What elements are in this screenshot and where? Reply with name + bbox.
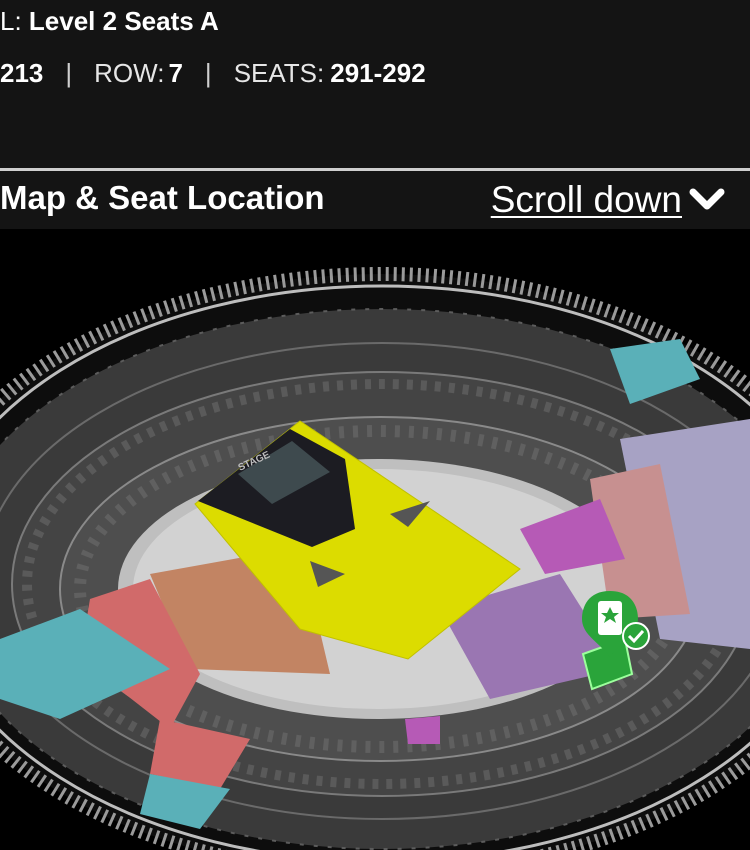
row-value: 7	[168, 58, 183, 88]
check-badge	[622, 622, 650, 650]
scroll-down-button[interactable]: Scroll down	[491, 179, 726, 221]
stadium-svg: STAGE	[0, 267, 750, 850]
level-value: Level 2 Seats A	[28, 6, 219, 36]
map-header: Map & Seat Location Scroll down	[0, 171, 750, 229]
map-title: Map & Seat Location	[0, 179, 325, 216]
separator: |	[204, 58, 212, 88]
seat-details: 213 | ROW: 7 | SEATS: 291-292	[0, 58, 426, 89]
magenta-section-bottom[interactable]	[405, 716, 440, 744]
seats-label: SEATS:	[233, 58, 325, 88]
section-value: 213	[0, 58, 44, 88]
scroll-down-label: Scroll down	[490, 179, 682, 220]
level-prefix: L:	[0, 6, 22, 36]
row-label: ROW:	[94, 58, 165, 88]
ticket-info-panel: L: Level 2 Seats A 213 | ROW: 7 | SEATS:…	[0, 0, 750, 168]
seats-value: 291-292	[330, 58, 426, 88]
chevron-down-icon	[689, 188, 725, 210]
stadium-map[interactable]: STAGE	[0, 229, 750, 850]
separator: |	[65, 58, 73, 88]
level-line: L: Level 2 Seats A	[0, 6, 219, 37]
